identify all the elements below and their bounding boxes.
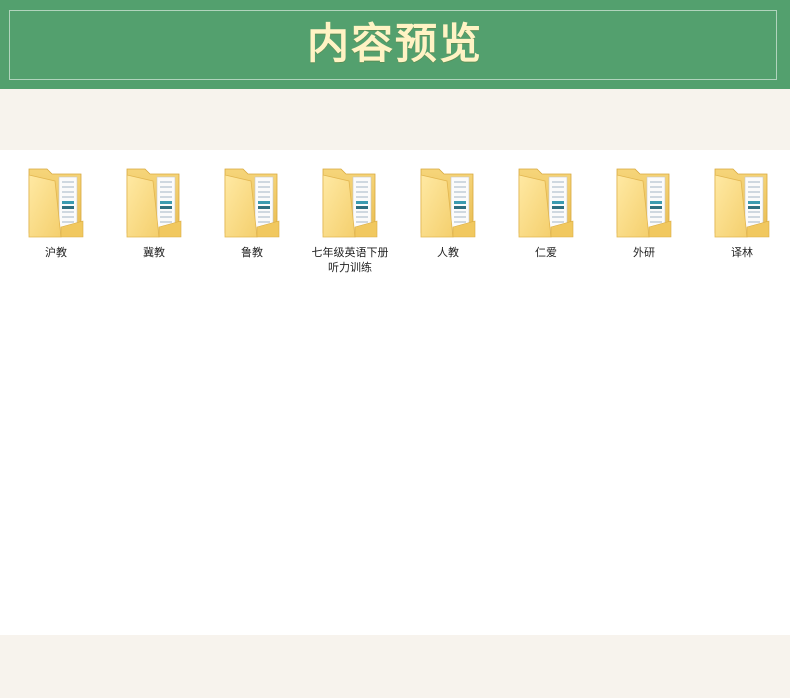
folder-icon [714,168,770,238]
folder-icon [518,168,574,238]
folder-item-lujiao[interactable]: 鲁教 [204,163,300,288]
folder-label: 沪教 [45,246,67,259]
folder-item-grade7-listening[interactable]: 七年级英语下册听力训练 [302,163,398,288]
folder-icon [322,168,378,238]
folder-icon [420,168,476,238]
page-title: 内容预览 [306,19,483,68]
folder-label: 译林 [731,246,753,259]
bottom-spacer-band [0,635,790,698]
folder-item-jijiao[interactable]: 冀教 [106,163,202,288]
folder-icon [224,168,280,238]
folder-icon [616,168,672,238]
folder-grid: 沪教 冀教 鲁教 七年级英语下册听力训练 人教 仁爱 外研 译林 [8,163,788,303]
folder-label: 人教 [437,246,459,259]
folder-item-renjiao[interactable]: 人教 [400,163,496,288]
folder-label: 仁爱 [535,246,557,259]
folder-item-renai[interactable]: 仁爱 [498,163,594,288]
header-banner: 内容预览 [0,0,790,89]
folder-item-waiyan[interactable]: 外研 [596,163,692,288]
folder-label: 冀教 [143,246,165,259]
folder-icon [28,168,84,238]
folder-icon [126,168,182,238]
content-area: 沪教 冀教 鲁教 七年级英语下册听力训练 人教 仁爱 外研 译林 [0,150,790,635]
folder-label: 七年级英语下册听力训练 [311,246,389,274]
folder-label: 外研 [633,246,655,259]
top-spacer-band [0,89,790,150]
folder-item-hujiao[interactable]: 沪教 [8,163,104,288]
folder-label: 鲁教 [241,246,263,259]
folder-item-yilin[interactable]: 译林 [694,163,790,288]
